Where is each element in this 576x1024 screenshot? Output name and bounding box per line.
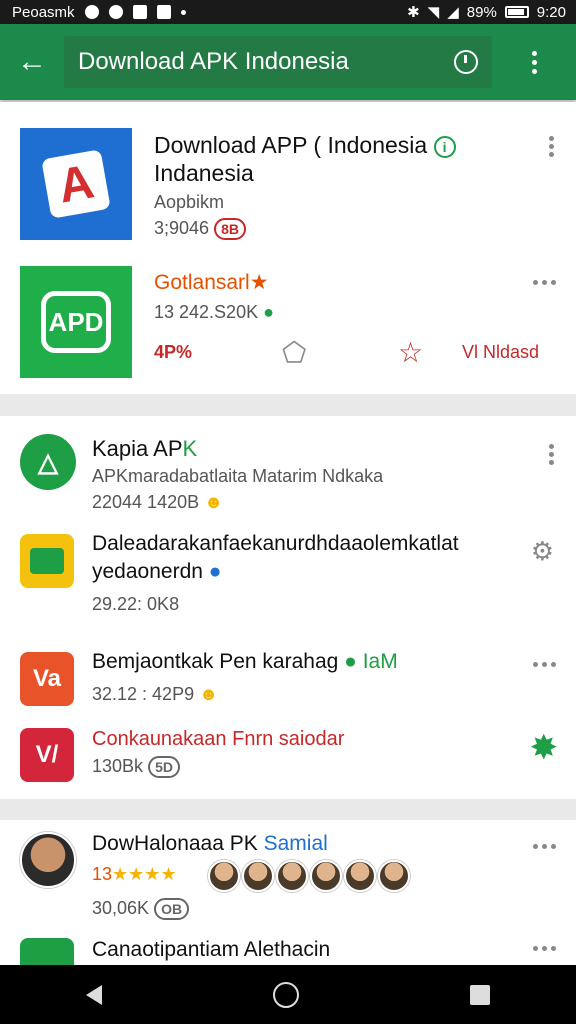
app-icon: Va bbox=[20, 652, 74, 706]
app-icon: A bbox=[20, 128, 132, 240]
app-title: Conkaunakaan Fnrn saiodar bbox=[92, 728, 345, 750]
verified-icon: ● bbox=[208, 560, 222, 583]
status-badge: OB bbox=[154, 898, 190, 921]
app-title: Gotlansarl★ bbox=[154, 271, 269, 294]
app-bar: ← Download APK Indonesia bbox=[0, 24, 576, 100]
overflow-menu-icon[interactable] bbox=[533, 946, 556, 951]
notification-icon bbox=[132, 5, 147, 19]
avatar bbox=[378, 860, 410, 892]
list-item[interactable]: A Download APP ( Indonesia i Indanesia A… bbox=[0, 102, 576, 252]
overflow-menu-icon[interactable] bbox=[533, 280, 556, 285]
app-stats: 29.22: 0K8 bbox=[92, 594, 180, 614]
arrow-left-icon: ← bbox=[17, 45, 47, 78]
app-stats: 30,06K OB bbox=[92, 898, 190, 921]
list-item[interactable]: APD Gotlansarl★ 13 242.S20K ● 4P% ⬠ ☆ Vl… bbox=[0, 252, 576, 394]
signal-icon: ◢ bbox=[447, 4, 459, 21]
app-title: Bemjaontkak Pen karahag ● IaM bbox=[92, 650, 398, 673]
app-stats: 22044 1420B ☻ bbox=[92, 492, 224, 512]
apk-hex-icon: APD bbox=[41, 291, 111, 353]
chat-icon bbox=[20, 534, 74, 588]
app-icon: V/ bbox=[20, 728, 74, 782]
avatar bbox=[276, 860, 308, 892]
clock-time: 9:20 bbox=[536, 3, 566, 21]
emoji-icon: ☻ bbox=[204, 492, 224, 512]
app-stats: 13 242.S20K ● bbox=[154, 302, 274, 322]
image-icon bbox=[156, 5, 171, 19]
more-vert-icon[interactable] bbox=[492, 24, 576, 100]
leaf-icon: ● bbox=[263, 302, 274, 322]
nav-back-icon[interactable] bbox=[85, 984, 102, 1005]
overflow-menu-icon[interactable] bbox=[533, 662, 556, 667]
app-icon bbox=[20, 938, 74, 965]
navigation-bar bbox=[0, 965, 576, 1024]
install-link[interactable]: Vl Nldasd bbox=[462, 342, 539, 363]
list-item[interactable]: DowHalonaaa PK Samial 13★★★★ 30,06K OB bbox=[0, 820, 576, 930]
overflow-menu-icon[interactable] bbox=[533, 844, 556, 849]
bluetooth-icon: ✱ bbox=[407, 4, 420, 21]
app-title: Canaotipantiam Alethacin bbox=[92, 938, 331, 961]
app-title: Daleadarakanfaekanurdhdaaolemkatlat bbox=[92, 532, 459, 555]
app-description: APKmaradabatlaita Matarim Ndkaka bbox=[92, 466, 384, 486]
leaf-icon: ✸ bbox=[529, 729, 559, 767]
star-rating: ★★★★ bbox=[112, 864, 177, 884]
emoji-icon: ☻ bbox=[199, 684, 219, 704]
notification-icon bbox=[84, 5, 99, 19]
bookmark-icon[interactable]: ☆ bbox=[398, 336, 423, 369]
avatar bbox=[20, 832, 76, 888]
status-badge: 5D bbox=[148, 756, 180, 779]
app-developer: Aopbikm bbox=[154, 192, 225, 212]
avatar bbox=[344, 860, 376, 892]
list-item[interactable]: V/ Conkaunakaan Fnrn saiodar 130Bk 5D ✸ bbox=[0, 716, 576, 799]
info-icon: i bbox=[433, 135, 456, 158]
app-title-line2: yedaonerdn ● bbox=[92, 560, 222, 583]
app-stats: 3;9046 8B bbox=[154, 218, 246, 241]
app-stats: 32.12 : 42P9 ☻ bbox=[92, 684, 219, 704]
dot-icon bbox=[180, 9, 186, 15]
card-user-list: DowHalonaaa PK Samial 13★★★★ 30,06K OB C… bbox=[0, 820, 576, 965]
nav-home-icon[interactable] bbox=[272, 981, 299, 1008]
avatar bbox=[310, 860, 342, 892]
gear-icon[interactable]: ⚙ bbox=[531, 536, 554, 567]
back-button[interactable]: ← bbox=[0, 24, 64, 100]
app-title: Download APP ( Indonesia i bbox=[154, 132, 456, 159]
status-bar: Peoasmk ✱ ◥ ◢ 89% 9:20 bbox=[0, 0, 576, 24]
app-stats: 130Bk 5D bbox=[92, 756, 180, 779]
status-badge: 8B bbox=[214, 218, 246, 241]
list-item[interactable]: △ Kapia APK APKmaradabatlaita Matarim Nd… bbox=[0, 416, 576, 516]
nav-recents-icon[interactable] bbox=[470, 984, 491, 1005]
battery-percent: 89% bbox=[466, 3, 497, 21]
list-item[interactable]: Daleadarakanfaekanurdhdaaolemkatlat yeda… bbox=[0, 516, 576, 626]
list-item[interactable]: Va Bemjaontkak Pen karahag ● IaM 32.12 :… bbox=[0, 626, 576, 716]
clock-icon[interactable] bbox=[454, 50, 478, 74]
app-tag: ● IaM bbox=[344, 650, 398, 673]
search-input[interactable]: Download APK Indonesia bbox=[64, 36, 492, 88]
card-featured-apps: A Download APP ( Indonesia i Indanesia A… bbox=[0, 102, 576, 394]
card-app-list: △ Kapia APK APKmaradabatlaita Matarim Nd… bbox=[0, 416, 576, 799]
app-title: DowHalonaaa PK Samial bbox=[92, 832, 328, 855]
app-title-line2: Indanesia bbox=[154, 160, 254, 186]
carrier-label: Peoasmk bbox=[12, 3, 75, 21]
notification-icon bbox=[108, 5, 123, 19]
avatar bbox=[242, 860, 274, 892]
app-icon: APD bbox=[20, 266, 132, 378]
share-icon[interactable]: ⬠ bbox=[282, 336, 306, 369]
overflow-menu-icon[interactable] bbox=[546, 136, 556, 157]
battery-icon bbox=[504, 6, 529, 18]
overflow-menu-icon[interactable] bbox=[546, 444, 556, 465]
search-text: Download APK Indonesia bbox=[78, 48, 349, 75]
app-icon: △ bbox=[20, 434, 76, 490]
app-size: 4P% bbox=[154, 342, 193, 362]
wifi-icon: ◥ bbox=[427, 4, 440, 21]
app-title: Kapia APK bbox=[92, 436, 198, 461]
list-item[interactable]: Canaotipantiam Alethacin bbox=[0, 930, 576, 965]
rating: 13★★★★ bbox=[92, 864, 177, 884]
avatar bbox=[208, 860, 240, 892]
logo-a-icon: A bbox=[41, 149, 111, 219]
